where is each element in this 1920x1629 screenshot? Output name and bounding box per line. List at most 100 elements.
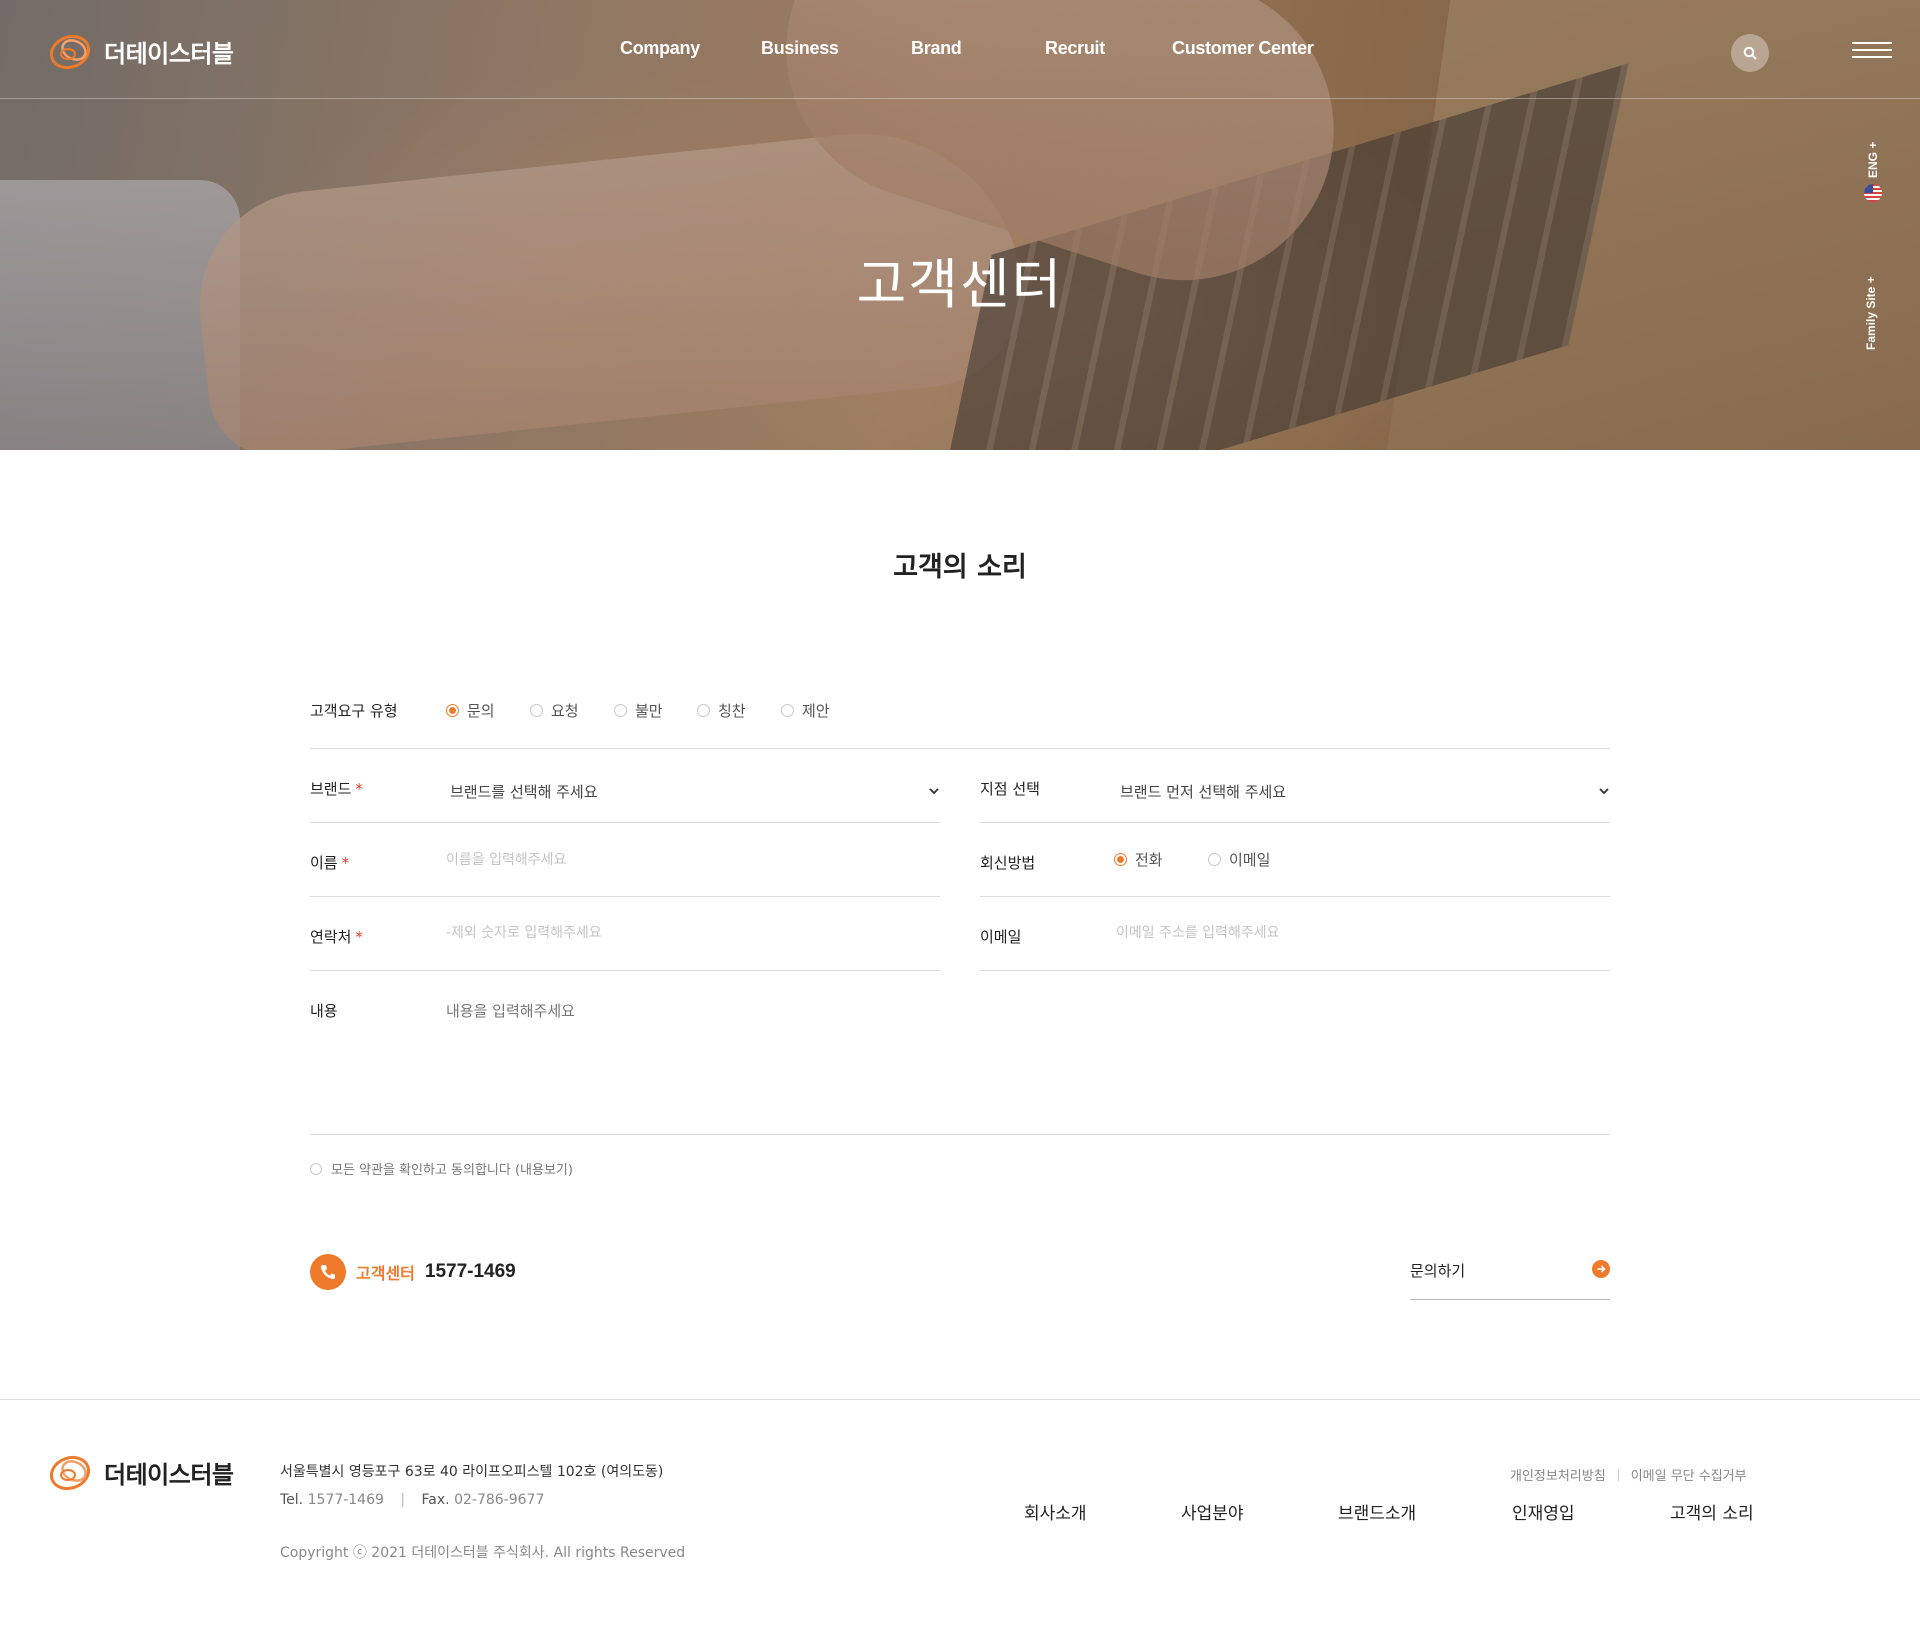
footer-logo[interactable]: 더테이스터블 <box>48 1451 234 1493</box>
tel-number: 1577-1469 <box>307 1492 384 1508</box>
logo-swirl-icon <box>49 34 91 70</box>
footer-nav-brand[interactable]: 브랜드소개 <box>1338 1499 1416 1524</box>
radio-request[interactable]: 요청 <box>530 700 579 721</box>
radio-dot <box>530 704 543 717</box>
nav-customer-center[interactable]: Customer Center <box>1172 38 1314 59</box>
reply-method-label: 회신방법 <box>980 854 1036 872</box>
submit-label: 문의하기 <box>1410 1262 1466 1280</box>
chevron-down-icon <box>1599 788 1609 795</box>
radio-dot <box>781 704 794 717</box>
nav-brand[interactable]: Brand <box>911 38 962 59</box>
radio-inquiry[interactable]: 문의 <box>446 700 495 721</box>
search-button[interactable] <box>1731 34 1769 72</box>
name-label: 이름 * <box>310 852 349 873</box>
agree-text: 모든 약관을 확인하고 동의합니다 (내용보기) <box>331 1163 573 1178</box>
footer-nav-recruit[interactable]: 인재영입 <box>1512 1499 1575 1524</box>
separator: | <box>400 1492 406 1508</box>
search-icon <box>1743 46 1757 60</box>
logo-swirl-icon <box>49 1455 91 1491</box>
branch-select-value: 브랜드 먼저 선택해 주세요 <box>1120 782 1287 801</box>
logo-text: 더테이스터블 <box>104 39 234 68</box>
company-contact: Tel. 1577-1469 | Fax. 02-786-9677 <box>280 1492 544 1508</box>
chevron-down-icon <box>929 788 939 795</box>
separator <box>1617 1468 1619 1481</box>
arrow-right-icon <box>1592 1260 1610 1278</box>
form-divider <box>310 1134 1610 1135</box>
hero-title: 고객센터 <box>856 253 1064 316</box>
radio-complaint[interactable]: 불만 <box>614 700 663 721</box>
hamburger-menu-button[interactable] <box>1852 42 1892 60</box>
branch-label: 지점 선택 <box>980 780 1040 798</box>
radio-label: 요청 <box>551 702 579 720</box>
radio-dot <box>697 704 710 717</box>
request-type-label: 고객요구 유형 <box>310 702 398 720</box>
footer-nav-voice[interactable]: 고객의 소리 <box>1670 1499 1754 1524</box>
header-divider <box>0 98 1920 99</box>
company-address: 서울특별시 영등포구 63로 40 라이프오피스텔 102호 (여의도동) <box>280 1464 664 1480</box>
footer-nav-company[interactable]: 회사소개 <box>1024 1499 1087 1524</box>
tel-label: Tel. <box>280 1492 304 1508</box>
radio-suggestion[interactable]: 제안 <box>781 700 830 721</box>
fax-label: Fax. <box>421 1492 450 1508</box>
radio-reply-email[interactable]: 이메일 <box>1208 849 1270 870</box>
radio-label: 이메일 <box>1229 851 1271 869</box>
required-mark: * <box>355 780 363 798</box>
language-link[interactable]: ENG + <box>1866 142 1880 178</box>
radio-dot-checked <box>446 704 459 717</box>
footer-nav-business[interactable]: 사업분야 <box>1181 1499 1244 1524</box>
email-refusal-link[interactable]: 이메일 무단 수집거부 <box>1631 1465 1747 1484</box>
brand-select-value: 브랜드를 선택해 주세요 <box>450 782 598 801</box>
contact-input[interactable] <box>446 918 936 948</box>
form-divider <box>980 896 1610 897</box>
menu-bar <box>1852 49 1892 51</box>
checkbox-circle <box>310 1162 322 1175</box>
form-divider <box>310 970 940 971</box>
nav-company[interactable]: Company <box>620 38 700 59</box>
radio-label: 불만 <box>635 702 663 720</box>
us-flag-icon <box>1864 184 1882 202</box>
contact-label-text: 연락처 <box>310 928 352 946</box>
radio-label: 칭찬 <box>718 702 746 720</box>
phone-icon <box>310 1254 346 1290</box>
logo-text: 더테이스터블 <box>104 1460 234 1489</box>
required-mark: * <box>341 854 350 872</box>
radio-label: 전화 <box>1135 851 1163 869</box>
brand-label: 브랜드 * <box>310 778 363 799</box>
radio-dot <box>614 704 627 717</box>
content-label: 내용 <box>310 1002 338 1020</box>
radio-label: 제안 <box>802 702 830 720</box>
agree-checkbox[interactable]: 모든 약관을 확인하고 동의합니다 (내용보기) <box>310 1159 573 1178</box>
site-logo[interactable]: 더테이스터블 <box>48 30 234 72</box>
call-center-label: 고객센터 <box>356 1264 415 1283</box>
privacy-policy-link[interactable]: 개인정보처리방침 <box>1510 1465 1606 1484</box>
brand-select[interactable]: 브랜드를 선택해 주세요 <box>450 776 940 806</box>
radio-dot <box>1208 853 1221 866</box>
nav-business[interactable]: Business <box>761 38 839 59</box>
hero-overlay <box>0 0 1920 450</box>
hero-banner: 더테이스터블 Company Business Brand Recruit Cu… <box>0 0 1920 450</box>
name-label-text: 이름 <box>310 854 338 872</box>
email-input[interactable] <box>1116 918 1606 948</box>
footer-util-links: 개인정보처리방침 이메일 무단 수집거부 <box>1510 1465 1747 1484</box>
radio-reply-phone[interactable]: 전화 <box>1114 849 1163 870</box>
submit-inquiry-button[interactable]: 문의하기 <box>1410 1252 1610 1300</box>
copyright: Copyright ⓒ 2021 더테이스터블 주식회사. All rights… <box>280 1545 686 1561</box>
radio-dot-checked <box>1114 853 1127 866</box>
brand-label-text: 브랜드 <box>310 780 352 798</box>
call-center-number: 1577-1469 <box>424 1261 516 1282</box>
form-divider <box>310 822 940 823</box>
required-mark: * <box>355 928 363 946</box>
menu-bar <box>1852 42 1892 44</box>
branch-select[interactable]: 브랜드 먼저 선택해 주세요 <box>1120 776 1610 806</box>
nav-recruit[interactable]: Recruit <box>1045 38 1105 59</box>
name-input[interactable] <box>446 845 936 875</box>
call-center-info: 고객센터 1577-1469 <box>310 1254 516 1290</box>
contact-label: 연락처 * <box>310 926 363 947</box>
form-divider <box>310 896 940 897</box>
menu-bar <box>1852 56 1892 58</box>
content-textarea[interactable] <box>446 1000 1606 1120</box>
email-label: 이메일 <box>980 928 1022 946</box>
radio-label: 문의 <box>467 702 495 720</box>
footer-divider <box>0 1399 1920 1400</box>
radio-praise[interactable]: 칭찬 <box>697 700 746 721</box>
